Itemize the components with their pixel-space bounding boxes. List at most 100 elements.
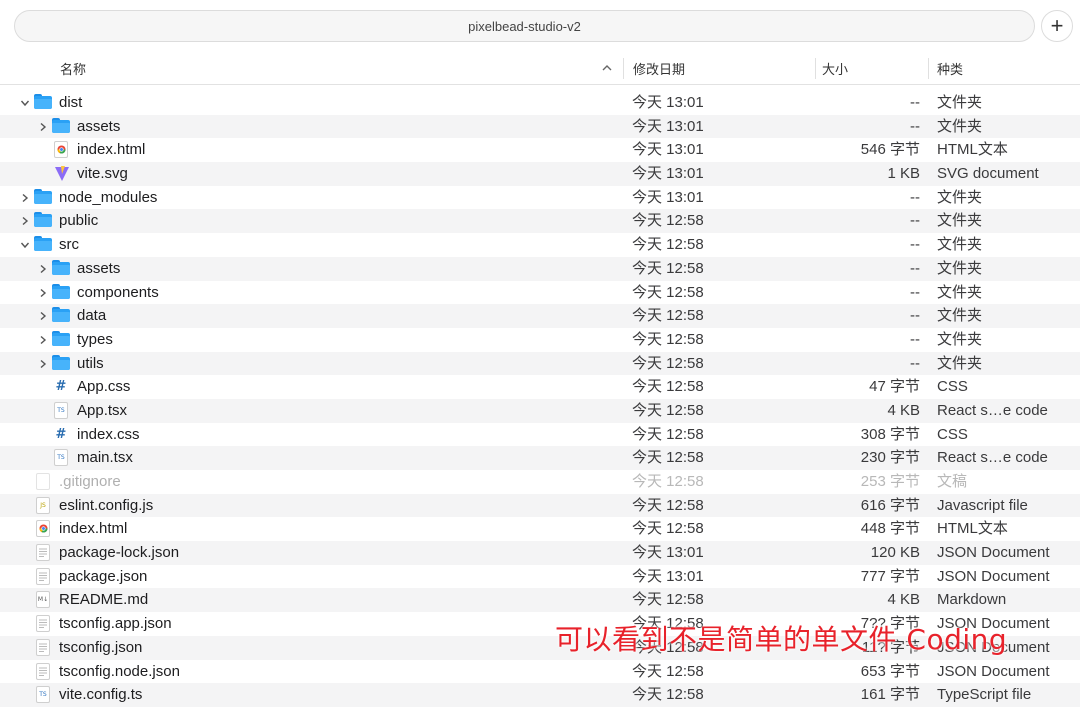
chrome-html-icon — [36, 520, 50, 538]
file-row[interactable]: index.html 今天 12:58 448 字节 HTML文本 — [0, 517, 1080, 541]
modified-date: 今天 13:01 — [632, 567, 704, 585]
file-kind: CSS — [937, 425, 968, 443]
file-row[interactable]: # index.css 今天 12:58 308 字节 CSS — [0, 423, 1080, 447]
modified-date: 今天 12:58 — [632, 686, 704, 704]
file-row[interactable]: index.html 今天 13:01 546 字节 HTML文本 — [0, 138, 1080, 162]
disclosure-collapsed-icon[interactable] — [20, 191, 30, 205]
file-row[interactable]: M↓ README.md 今天 12:58 4 KB Markdown — [0, 588, 1080, 613]
column-header-name[interactable]: 名称 — [60, 52, 86, 85]
file-size: 4 KB — [887, 401, 920, 419]
disclosure-collapsed-icon[interactable] — [38, 262, 48, 276]
file-kind: 文件夹 — [937, 354, 983, 372]
folder-icon — [52, 259, 70, 275]
folder-icon — [34, 188, 52, 204]
modified-date: 今天 12:58 — [632, 307, 704, 325]
modified-date: 今天 13:01 — [632, 94, 704, 111]
typescript-file-icon: TS — [36, 686, 50, 704]
file-row[interactable]: JS eslint.config.js 今天 12:58 616 字节 Javascri… — [0, 493, 1080, 518]
disclosure-collapsed-icon[interactable] — [38, 120, 48, 134]
disclosure-collapsed-icon[interactable] — [20, 214, 30, 228]
folder-row[interactable]: assets 今天 13:01 -- 文件夹 — [0, 114, 1080, 139]
file-kind: Markdown — [937, 591, 1007, 609]
file-row[interactable]: tsconfig.node.json 今天 12:58 653 字节 JSON Doc… — [0, 660, 1080, 684]
file-name: data — [77, 307, 107, 325]
file-kind: 文件夹 — [937, 94, 983, 111]
file-list: dist 今天 13:01 -- 文件夹 assets 今天 13:01 -- 文件夹 inde… — [0, 91, 1080, 707]
file-name: dist — [59, 94, 83, 111]
file-kind: 文稿 — [937, 473, 968, 490]
folder-row[interactable]: data 今天 12:58 -- 文件夹 — [0, 304, 1080, 328]
sort-ascending-icon[interactable] — [601, 62, 613, 74]
file-kind: JSON Document — [937, 567, 1050, 585]
add-tab-button[interactable]: + — [1041, 10, 1073, 42]
file-name: node_modules — [59, 188, 158, 206]
file-row[interactable]: .gitignore 今天 12:58 253 字节 文稿 — [0, 470, 1080, 494]
column-header-size[interactable]: 大小 — [822, 52, 848, 85]
folder-row[interactable]: src 今天 12:58 -- 文件夹 — [0, 233, 1080, 257]
folder-row[interactable]: utils 今天 12:58 -- 文件夹 — [0, 351, 1080, 376]
file-name: index.html — [59, 520, 128, 538]
file-size: 448 字节 — [860, 520, 920, 538]
disclosure-expanded-icon[interactable] — [20, 238, 30, 252]
window-titlebar: pixelbead-studio-v2 + — [0, 0, 1080, 50]
file-name: package.json — [59, 567, 148, 585]
file-kind: SVG document — [937, 165, 1039, 183]
folder-icon — [52, 354, 70, 370]
file-row[interactable]: package-lock.json 今天 13:01 120 KB JSON Docu… — [0, 541, 1080, 565]
modified-date: 今天 12:58 — [632, 425, 704, 443]
generic-file-icon — [36, 473, 50, 490]
column-divider[interactable] — [928, 58, 929, 79]
folder-row[interactable]: public 今天 12:58 -- 文件夹 — [0, 209, 1080, 234]
file-row[interactable]: TS App.tsx 今天 12:58 4 KB React s…e code — [0, 398, 1080, 423]
path-title-bar[interactable]: pixelbead-studio-v2 — [14, 10, 1035, 42]
file-kind: 文件夹 — [937, 283, 983, 301]
folder-row[interactable]: components 今天 12:58 -- 文件夹 — [0, 281, 1080, 305]
file-kind: 文件夹 — [937, 236, 983, 254]
modified-date: 今天 13:01 — [632, 141, 704, 159]
disclosure-collapsed-icon[interactable] — [38, 286, 48, 300]
file-row[interactable]: TS main.tsx 今天 12:58 230 字节 React s…e code — [0, 446, 1080, 470]
file-kind: 文件夹 — [937, 212, 983, 230]
file-size: 616 字节 — [860, 496, 920, 514]
folder-icon — [34, 212, 52, 228]
folder-row[interactable]: types 今天 12:58 -- 文件夹 — [0, 328, 1080, 352]
file-name: App.css — [77, 378, 131, 396]
column-name-label: 名称 — [60, 62, 87, 77]
file-row[interactable]: vite.svg 今天 13:01 1 KB SVG document — [0, 162, 1080, 186]
file-row[interactable]: TS vite.config.ts 今天 12:58 161 字节 TypeScript… — [0, 683, 1080, 707]
column-header-date[interactable]: 修改日期 — [633, 52, 685, 85]
tsx-file-icon: TS — [54, 449, 68, 467]
column-kind-label: 种类 — [937, 62, 964, 77]
disclosure-expanded-icon[interactable] — [20, 96, 30, 110]
file-size: 253 字节 — [860, 473, 920, 490]
modified-date: 今天 13:01 — [632, 188, 704, 206]
file-size: -- — [910, 330, 920, 348]
column-divider[interactable] — [815, 58, 816, 79]
folder-row[interactable]: node_modules 今天 13:01 -- 文件夹 — [0, 186, 1080, 210]
file-name: package-lock.json — [59, 544, 180, 562]
file-size: 47 字节 — [869, 378, 920, 396]
file-kind: 文件夹 — [937, 330, 983, 348]
file-size: 777 字节 — [860, 567, 920, 585]
column-header-kind[interactable]: 种类 — [937, 52, 963, 85]
folder-row[interactable]: assets 今天 12:58 -- 文件夹 — [0, 256, 1080, 281]
modified-date: 今天 12:58 — [632, 236, 704, 254]
file-size: -- — [910, 212, 920, 230]
file-row[interactable]: # App.css 今天 12:58 47 字节 CSS — [0, 375, 1080, 399]
folder-row[interactable]: dist 今天 13:01 -- 文件夹 — [0, 91, 1080, 115]
column-divider[interactable] — [623, 58, 624, 79]
disclosure-collapsed-icon[interactable] — [38, 309, 48, 323]
disclosure-collapsed-icon[interactable] — [38, 333, 48, 347]
file-name: eslint.config.js — [59, 496, 154, 514]
file-size: -- — [910, 283, 920, 301]
disclosure-collapsed-icon[interactable] — [38, 357, 48, 371]
json-file-icon — [36, 567, 50, 585]
file-size: 1 KB — [887, 165, 920, 183]
file-row[interactable]: package.json 今天 13:01 777 字节 JSON Document — [0, 565, 1080, 589]
file-kind: 文件夹 — [937, 117, 983, 135]
css-file-icon: # — [55, 426, 67, 442]
file-name: vite.config.ts — [59, 686, 143, 704]
file-name: tsconfig.app.json — [59, 615, 172, 633]
overlay-caption: 可以看到不是简单的单文件 Coding — [555, 623, 1008, 656]
file-name: index.html — [77, 141, 146, 159]
